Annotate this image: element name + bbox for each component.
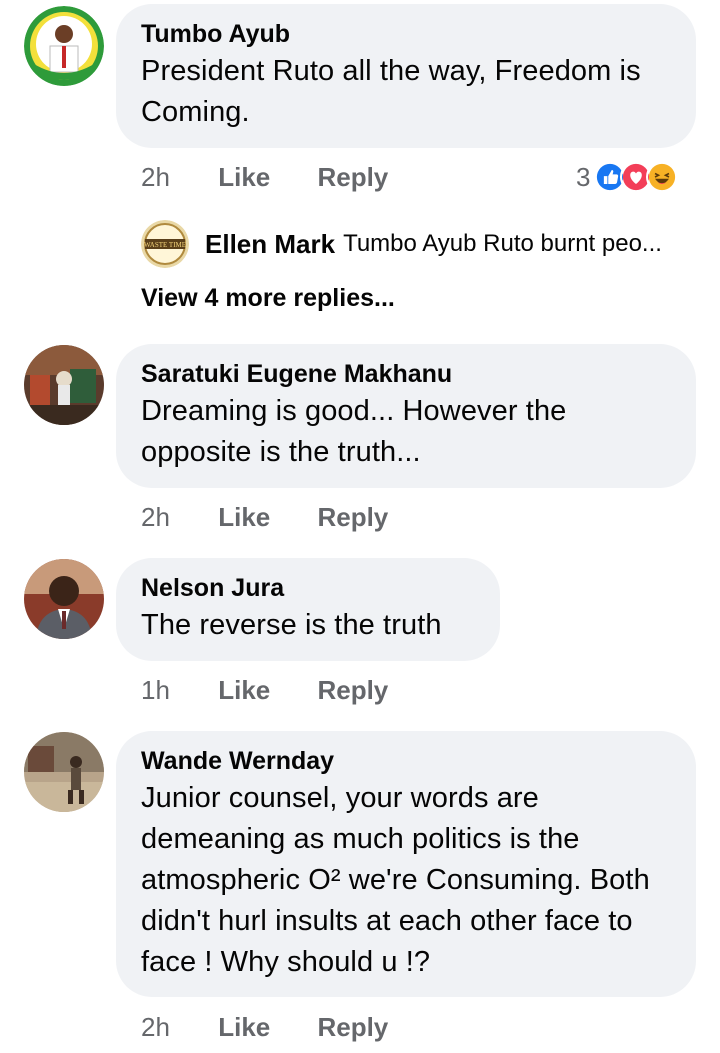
comment-time[interactable]: 2h [141, 162, 211, 192]
reply-button[interactable]: Reply [317, 162, 388, 192]
reaction-count: 3 [576, 161, 591, 192]
comment-text: Junior counsel, your words are demeaning… [141, 782, 650, 978]
avatar-nelson-jura[interactable] [24, 559, 104, 639]
like-button[interactable]: Like [218, 162, 310, 192]
comment-bubble: Wande Wernday Junior counsel, your words… [116, 731, 696, 997]
comment-bubble: Nelson Jura The reverse is the truth [116, 558, 500, 661]
comment-time[interactable]: 1h [141, 675, 211, 705]
like-button[interactable]: Like [218, 502, 310, 532]
comment-actions: 2h Like Reply [141, 162, 388, 192]
comment-text: President Ruto all the way, Freedom is C… [141, 55, 641, 128]
like-button[interactable]: Like [218, 675, 310, 705]
comment-actions: 1h Like Reply [141, 675, 388, 705]
comment-author[interactable]: Wande Wernday [141, 746, 672, 776]
comment-text: Dreaming is good... However the opposite… [141, 395, 567, 468]
svg-text:WASTE TIME: WASTE TIME [144, 241, 186, 249]
avatar-ellen-mark: WASTE TIME [141, 220, 189, 268]
like-button[interactable]: Like [218, 1012, 310, 1042]
comment-actions: 2h Like Reply [141, 502, 388, 532]
comment-time[interactable]: 2h [141, 502, 211, 532]
avatar-wande-wernday[interactable] [24, 732, 104, 812]
reactions-summary[interactable]: 3 [576, 160, 679, 194]
comment-time[interactable]: 2h [141, 1012, 211, 1042]
avatar-tumbo-ayub[interactable] [24, 6, 104, 86]
comment-author[interactable]: Tumbo Ayub [141, 19, 672, 49]
comment-actions: 2h Like Reply [141, 1012, 388, 1042]
comment-author[interactable]: Nelson Jura [141, 573, 476, 603]
reply-preview[interactable]: WASTE TIME Ellen Mark Tumbo Ayub Ruto bu… [141, 220, 662, 268]
reply-button[interactable]: Reply [317, 675, 388, 705]
avatar-saratuki-eugene-makhanu[interactable] [24, 345, 104, 425]
reply-button[interactable]: Reply [317, 502, 388, 532]
comment-bubble: Tumbo Ayub President Ruto all the way, F… [116, 4, 696, 148]
reply-button[interactable]: Reply [317, 1012, 388, 1042]
comment-text: The reverse is the truth [141, 609, 442, 641]
reply-author[interactable]: Ellen Mark [205, 229, 335, 260]
comment-bubble: Saratuki Eugene Makhanu Dreaming is good… [116, 344, 696, 488]
comment-author[interactable]: Saratuki Eugene Makhanu [141, 359, 672, 389]
haha-icon [646, 161, 679, 193]
view-more-replies-link[interactable]: View 4 more replies... [141, 284, 395, 313]
reply-text: Tumbo Ayub Ruto burnt peo... [343, 230, 662, 257]
